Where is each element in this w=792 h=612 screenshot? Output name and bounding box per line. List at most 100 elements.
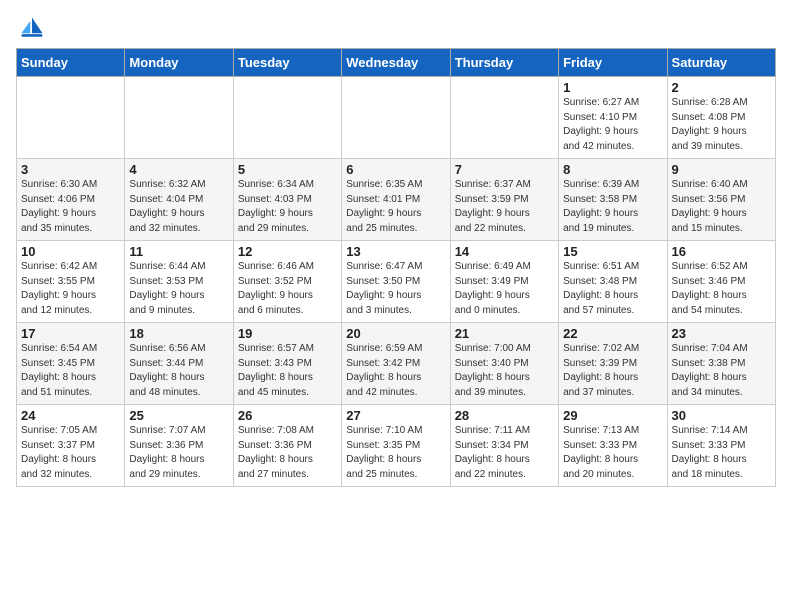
calendar-cell: 4Sunrise: 6:32 AM Sunset: 4:04 PM Daylig… xyxy=(125,159,233,241)
day-info: Sunrise: 6:28 AM Sunset: 4:08 PM Dayligh… xyxy=(672,96,771,154)
day-info: Sunrise: 6:47 AM Sunset: 3:50 PM Dayligh… xyxy=(346,260,445,318)
day-info: Sunrise: 6:59 AM Sunset: 3:42 PM Dayligh… xyxy=(346,342,445,400)
day-number: 1 xyxy=(563,80,662,95)
day-number: 13 xyxy=(346,244,445,259)
calendar-row: 1Sunrise: 6:27 AM Sunset: 4:10 PM Daylig… xyxy=(17,77,776,159)
day-number: 23 xyxy=(672,326,771,341)
calendar-cell: 1Sunrise: 6:27 AM Sunset: 4:10 PM Daylig… xyxy=(559,77,667,159)
calendar-cell: 12Sunrise: 6:46 AM Sunset: 3:52 PM Dayli… xyxy=(233,241,341,323)
day-number: 9 xyxy=(672,162,771,177)
day-number: 25 xyxy=(129,408,228,423)
day-info: Sunrise: 7:11 AM Sunset: 3:34 PM Dayligh… xyxy=(455,424,554,482)
col-header-saturday: Saturday xyxy=(667,49,775,77)
col-header-sunday: Sunday xyxy=(17,49,125,77)
day-number: 22 xyxy=(563,326,662,341)
calendar-cell: 17Sunrise: 6:54 AM Sunset: 3:45 PM Dayli… xyxy=(17,323,125,405)
header xyxy=(16,16,776,38)
calendar-cell: 29Sunrise: 7:13 AM Sunset: 3:33 PM Dayli… xyxy=(559,405,667,487)
calendar-cell: 27Sunrise: 7:10 AM Sunset: 3:35 PM Dayli… xyxy=(342,405,450,487)
day-number: 18 xyxy=(129,326,228,341)
day-info: Sunrise: 7:08 AM Sunset: 3:36 PM Dayligh… xyxy=(238,424,337,482)
calendar-cell: 6Sunrise: 6:35 AM Sunset: 4:01 PM Daylig… xyxy=(342,159,450,241)
calendar-cell: 26Sunrise: 7:08 AM Sunset: 3:36 PM Dayli… xyxy=(233,405,341,487)
calendar-cell xyxy=(17,77,125,159)
day-number: 7 xyxy=(455,162,554,177)
calendar-cell: 5Sunrise: 6:34 AM Sunset: 4:03 PM Daylig… xyxy=(233,159,341,241)
col-header-tuesday: Tuesday xyxy=(233,49,341,77)
day-info: Sunrise: 6:54 AM Sunset: 3:45 PM Dayligh… xyxy=(21,342,120,400)
calendar-cell: 2Sunrise: 6:28 AM Sunset: 4:08 PM Daylig… xyxy=(667,77,775,159)
day-info: Sunrise: 6:34 AM Sunset: 4:03 PM Dayligh… xyxy=(238,178,337,236)
col-header-thursday: Thursday xyxy=(450,49,558,77)
calendar-row: 17Sunrise: 6:54 AM Sunset: 3:45 PM Dayli… xyxy=(17,323,776,405)
day-number: 20 xyxy=(346,326,445,341)
day-info: Sunrise: 7:04 AM Sunset: 3:38 PM Dayligh… xyxy=(672,342,771,400)
day-info: Sunrise: 6:40 AM Sunset: 3:56 PM Dayligh… xyxy=(672,178,771,236)
calendar-cell: 13Sunrise: 6:47 AM Sunset: 3:50 PM Dayli… xyxy=(342,241,450,323)
calendar-row: 10Sunrise: 6:42 AM Sunset: 3:55 PM Dayli… xyxy=(17,241,776,323)
calendar-cell: 9Sunrise: 6:40 AM Sunset: 3:56 PM Daylig… xyxy=(667,159,775,241)
day-info: Sunrise: 6:27 AM Sunset: 4:10 PM Dayligh… xyxy=(563,96,662,154)
day-number: 8 xyxy=(563,162,662,177)
day-info: Sunrise: 6:42 AM Sunset: 3:55 PM Dayligh… xyxy=(21,260,120,318)
day-info: Sunrise: 6:51 AM Sunset: 3:48 PM Dayligh… xyxy=(563,260,662,318)
calendar-cell: 14Sunrise: 6:49 AM Sunset: 3:49 PM Dayli… xyxy=(450,241,558,323)
day-number: 11 xyxy=(129,244,228,259)
day-number: 30 xyxy=(672,408,771,423)
calendar-cell: 18Sunrise: 6:56 AM Sunset: 3:44 PM Dayli… xyxy=(125,323,233,405)
calendar-cell: 16Sunrise: 6:52 AM Sunset: 3:46 PM Dayli… xyxy=(667,241,775,323)
day-info: Sunrise: 6:44 AM Sunset: 3:53 PM Dayligh… xyxy=(129,260,228,318)
calendar-header-row: SundayMondayTuesdayWednesdayThursdayFrid… xyxy=(17,49,776,77)
day-info: Sunrise: 6:57 AM Sunset: 3:43 PM Dayligh… xyxy=(238,342,337,400)
calendar-cell: 10Sunrise: 6:42 AM Sunset: 3:55 PM Dayli… xyxy=(17,241,125,323)
calendar-cell: 11Sunrise: 6:44 AM Sunset: 3:53 PM Dayli… xyxy=(125,241,233,323)
calendar-cell: 8Sunrise: 6:39 AM Sunset: 3:58 PM Daylig… xyxy=(559,159,667,241)
day-info: Sunrise: 7:14 AM Sunset: 3:33 PM Dayligh… xyxy=(672,424,771,482)
day-info: Sunrise: 7:02 AM Sunset: 3:39 PM Dayligh… xyxy=(563,342,662,400)
col-header-monday: Monday xyxy=(125,49,233,77)
calendar-cell: 23Sunrise: 7:04 AM Sunset: 3:38 PM Dayli… xyxy=(667,323,775,405)
day-info: Sunrise: 6:39 AM Sunset: 3:58 PM Dayligh… xyxy=(563,178,662,236)
day-info: Sunrise: 7:07 AM Sunset: 3:36 PM Dayligh… xyxy=(129,424,228,482)
day-info: Sunrise: 6:52 AM Sunset: 3:46 PM Dayligh… xyxy=(672,260,771,318)
day-info: Sunrise: 7:05 AM Sunset: 3:37 PM Dayligh… xyxy=(21,424,120,482)
day-info: Sunrise: 7:13 AM Sunset: 3:33 PM Dayligh… xyxy=(563,424,662,482)
day-info: Sunrise: 6:46 AM Sunset: 3:52 PM Dayligh… xyxy=(238,260,337,318)
calendar-cell xyxy=(125,77,233,159)
day-info: Sunrise: 6:37 AM Sunset: 3:59 PM Dayligh… xyxy=(455,178,554,236)
day-number: 27 xyxy=(346,408,445,423)
calendar-table: SundayMondayTuesdayWednesdayThursdayFrid… xyxy=(16,48,776,487)
day-number: 26 xyxy=(238,408,337,423)
day-number: 24 xyxy=(21,408,120,423)
day-number: 15 xyxy=(563,244,662,259)
day-number: 16 xyxy=(672,244,771,259)
calendar-cell: 22Sunrise: 7:02 AM Sunset: 3:39 PM Dayli… xyxy=(559,323,667,405)
day-number: 10 xyxy=(21,244,120,259)
day-info: Sunrise: 6:32 AM Sunset: 4:04 PM Dayligh… xyxy=(129,178,228,236)
day-number: 19 xyxy=(238,326,337,341)
day-info: Sunrise: 6:56 AM Sunset: 3:44 PM Dayligh… xyxy=(129,342,228,400)
calendar-cell xyxy=(342,77,450,159)
day-number: 28 xyxy=(455,408,554,423)
day-number: 5 xyxy=(238,162,337,177)
logo-icon xyxy=(18,14,46,42)
col-header-friday: Friday xyxy=(559,49,667,77)
col-header-wednesday: Wednesday xyxy=(342,49,450,77)
calendar-cell: 20Sunrise: 6:59 AM Sunset: 3:42 PM Dayli… xyxy=(342,323,450,405)
day-info: Sunrise: 7:10 AM Sunset: 3:35 PM Dayligh… xyxy=(346,424,445,482)
day-number: 12 xyxy=(238,244,337,259)
day-number: 6 xyxy=(346,162,445,177)
day-number: 21 xyxy=(455,326,554,341)
calendar-row: 24Sunrise: 7:05 AM Sunset: 3:37 PM Dayli… xyxy=(17,405,776,487)
calendar-page: SundayMondayTuesdayWednesdayThursdayFrid… xyxy=(0,0,792,499)
logo xyxy=(16,16,46,38)
day-number: 17 xyxy=(21,326,120,341)
calendar-cell: 25Sunrise: 7:07 AM Sunset: 3:36 PM Dayli… xyxy=(125,405,233,487)
calendar-cell: 21Sunrise: 7:00 AM Sunset: 3:40 PM Dayli… xyxy=(450,323,558,405)
day-number: 4 xyxy=(129,162,228,177)
calendar-cell: 24Sunrise: 7:05 AM Sunset: 3:37 PM Dayli… xyxy=(17,405,125,487)
calendar-cell: 30Sunrise: 7:14 AM Sunset: 3:33 PM Dayli… xyxy=(667,405,775,487)
calendar-cell xyxy=(450,77,558,159)
day-number: 29 xyxy=(563,408,662,423)
day-info: Sunrise: 6:30 AM Sunset: 4:06 PM Dayligh… xyxy=(21,178,120,236)
